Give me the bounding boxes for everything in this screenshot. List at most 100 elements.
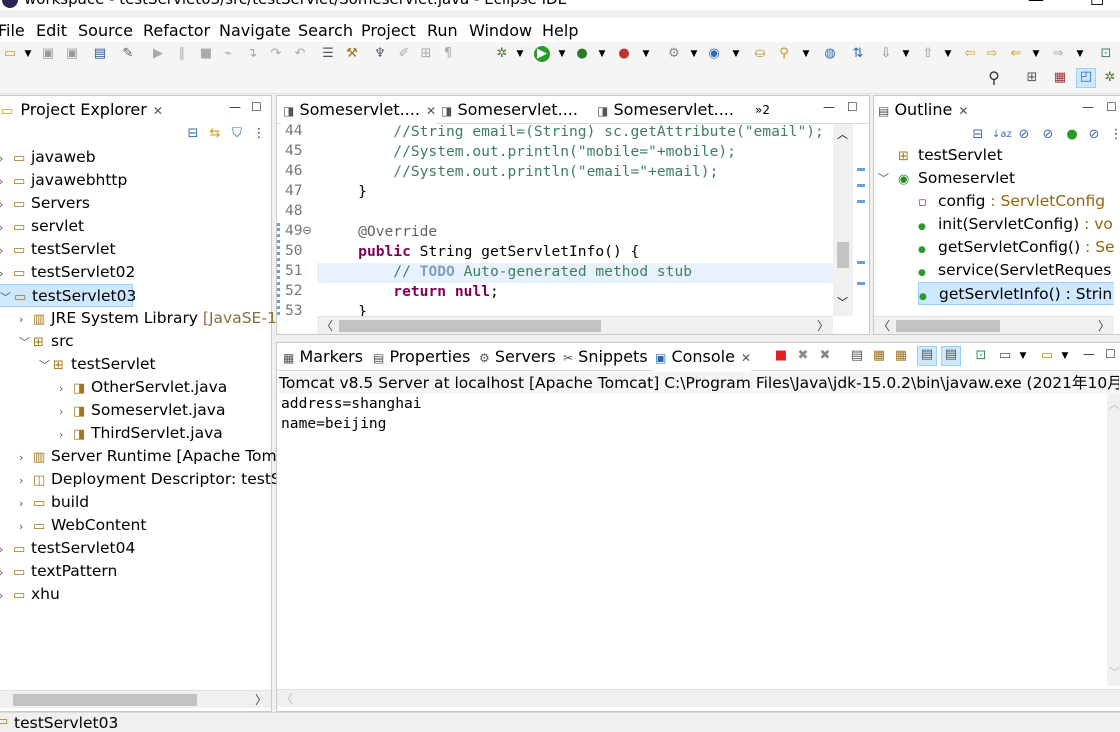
globe-icon[interactable]: ◍ [822, 46, 838, 62]
dropdown-arrow-icon[interactable]: ▼ [1072, 46, 1088, 62]
tree-item[interactable]: ›▭ javaweb [0, 146, 96, 169]
remove-all-icon[interactable]: ✖ [817, 348, 833, 364]
tree-item[interactable]: › ◨ ThirdServlet.java [0, 422, 223, 445]
dropdown-arrow-icon[interactable]: ▼ [686, 46, 702, 62]
chevron-right-icon[interactable]: › [19, 446, 33, 469]
tree-item[interactable]: › ◨ OtherServlet.java [0, 376, 227, 399]
chevron-right-icon[interactable]: › [59, 423, 73, 446]
dropdown-arrow-icon[interactable]: ▼ [594, 46, 610, 62]
next-annotation-icon[interactable]: ⇩ [878, 46, 894, 62]
tree-item[interactable]: ›▭ javawebhttp [0, 169, 127, 192]
open-console-icon[interactable]: ▭ [1039, 348, 1055, 364]
tree-item[interactable]: › ▭ WebContent [0, 514, 146, 537]
remove-launch-icon[interactable]: ✖ [795, 348, 811, 364]
pin-console-icon[interactable]: ⊡ [973, 348, 989, 364]
maximize-icon[interactable]: ☐ [1105, 347, 1116, 361]
outline-item[interactable]: ●init(ServletConfig) : void [918, 213, 1114, 236]
save-icon[interactable]: ▣ [40, 46, 56, 62]
hide-nonpublic-icon[interactable]: ● [1064, 127, 1080, 143]
tab-console[interactable]: ▣ Console ✕ [653, 343, 752, 371]
dropdown-arrow-icon[interactable]: ▼ [940, 46, 956, 62]
chevron-down-icon[interactable]: ﹀ [19, 331, 33, 354]
chevron-right-icon[interactable]: › [19, 492, 33, 515]
scroll-left-icon[interactable]: 〈 [281, 690, 293, 707]
chevron-right-icon[interactable]: › [59, 400, 73, 423]
step-into-icon[interactable]: ↴ [244, 46, 260, 62]
tree-item[interactable]: ›▭ servlet [0, 215, 84, 238]
coverage-icon[interactable]: ● [574, 46, 590, 62]
hide-local-types-icon[interactable]: ⊘ [1086, 127, 1102, 143]
maximize-icon[interactable]: ☐ [847, 100, 858, 114]
tree-item[interactable]: ﹀ ⊞ src [0, 330, 74, 353]
chevron-right-icon[interactable]: › [59, 377, 73, 400]
dropdown-arrow-icon[interactable]: ▼ [1057, 348, 1073, 364]
menu-source[interactable]: Source [78, 21, 133, 40]
maximize-icon[interactable]: ☐ [1106, 100, 1117, 114]
scrollbar-thumb[interactable] [13, 694, 197, 706]
maximize-button[interactable]: ☐ [1090, 0, 1104, 9]
outline-item[interactable]: ● service(ServletReques [918, 259, 1111, 282]
hide-static-icon[interactable]: ⊘ [1040, 127, 1056, 143]
skip-breakpoints-icon[interactable]: ✎ [120, 46, 136, 62]
chevron-right-icon[interactable]: › [0, 147, 13, 170]
tree-item[interactable]: ›▭ xhu [0, 583, 60, 606]
chevron-right-icon[interactable]: › [19, 515, 33, 538]
tree-item[interactable]: › ▥ JRE System Library [JavaSE-15] [0, 307, 293, 330]
console-output[interactable]: address=shanghai name=beijing [277, 394, 1107, 686]
terminate-icon[interactable]: ■ [773, 348, 789, 364]
dropdown-arrow-icon[interactable]: ▼ [512, 46, 528, 62]
open-type-icon[interactable]: ⛀ [752, 46, 768, 62]
step-return-icon[interactable]: ↶ [292, 46, 308, 62]
console-vscrollbar[interactable]: ︿ ﹀ [1107, 394, 1120, 686]
dropdown-arrow-icon[interactable]: ▼ [638, 46, 654, 62]
tab-markers[interactable]: ▦ Markers [281, 343, 363, 371]
chevron-right-icon[interactable]: › [0, 193, 13, 216]
step-over-icon[interactable]: ↷ [268, 46, 284, 62]
chevron-right-icon[interactable]: › [0, 538, 13, 561]
minimize-icon[interactable]: — [229, 100, 241, 114]
tab-snippets[interactable]: ✂ Snippets [561, 343, 648, 371]
java-perspective-icon[interactable]: ◰ [1076, 68, 1096, 88]
dropdown-arrow-icon[interactable]: ▼ [1028, 46, 1044, 62]
menu-project[interactable]: Project [361, 21, 416, 40]
chevron-right-icon[interactable]: › [0, 216, 13, 239]
chevron-right-icon[interactable]: › [0, 262, 13, 285]
close-icon[interactable]: ✕ [741, 351, 751, 365]
tab-someservlet-1[interactable]: ◨ Someservlet.... ✕ [281, 96, 437, 124]
open-perspective-icon[interactable]: ⊞ [1024, 70, 1040, 86]
tree-item[interactable]: › ◨ Someservlet.java [0, 399, 225, 422]
scroll-right-icon[interactable]: 〉 [817, 317, 829, 334]
toggle-mark-icon[interactable]: ♆ [372, 46, 388, 62]
collapse-all-icon[interactable]: ⊟ [970, 127, 986, 143]
tab-properties[interactable]: ▤ Properties [371, 343, 470, 371]
scroll-up-icon[interactable]: ︿ [837, 126, 848, 142]
sort-icon[interactable]: ↓az [992, 127, 1012, 143]
tree-item[interactable]: ›▭ testServlet02 [0, 261, 135, 284]
chevron-right-icon[interactable]: › [0, 170, 13, 193]
terminate-icon[interactable]: ■ [198, 46, 214, 62]
tree-item[interactable]: ›▭ testServlet [0, 238, 116, 261]
code-area[interactable]: 44 //String email=(String) sc.getAttribu… [277, 124, 833, 316]
show-stdout-icon[interactable]: ▤ [917, 346, 937, 366]
pen-icon[interactable]: ✐ [396, 46, 412, 62]
dropdown-arrow-icon[interactable]: ▼ [1015, 348, 1031, 364]
scrollbar-thumb[interactable] [339, 320, 601, 332]
forward-edit-icon[interactable]: ⇨ [984, 46, 1000, 62]
tree-item[interactable]: › ◫ Deployment Descriptor: testS [0, 468, 281, 491]
display-console-icon[interactable]: ▭ [997, 348, 1013, 364]
outline-item[interactable]: ⊞ testServlet [898, 146, 1003, 167]
debug-icon[interactable]: ✲ [494, 46, 510, 62]
minimize-icon[interactable]: — [823, 100, 835, 114]
scroll-right-icon[interactable]: 〉 [255, 691, 267, 708]
dropdown-arrow-icon[interactable]: ▼ [898, 46, 914, 62]
menu-window[interactable]: Window [469, 21, 532, 40]
scroll-down-icon[interactable]: ﹀ [837, 294, 848, 310]
block-select-icon[interactable]: ⊞ [418, 46, 434, 62]
tree-item[interactable]: ›▭ textPattern [0, 560, 117, 583]
scroll-lock-icon[interactable]: ▦ [871, 348, 887, 364]
run-icon[interactable]: ▶ [534, 46, 550, 62]
chevron-right-icon[interactable]: › [0, 239, 13, 262]
view-menu-icon[interactable]: ⋮ [251, 126, 267, 142]
scroll-down-icon[interactable]: ﹀ [1109, 664, 1120, 680]
chevron-down-icon[interactable]: ﹀ [39, 354, 53, 377]
